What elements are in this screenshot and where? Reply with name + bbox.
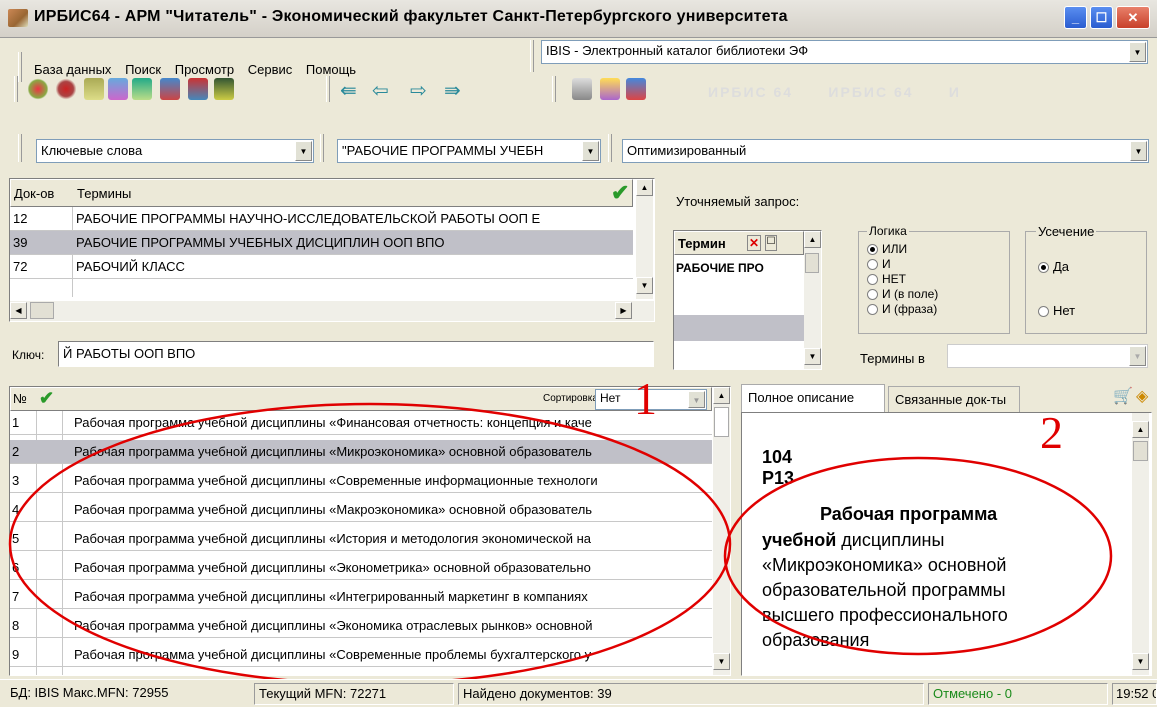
status-marked: Отмечено - 0 xyxy=(928,683,1108,705)
status-current-mfn: Текущий MFN: 72271 xyxy=(254,683,454,705)
annotation-overlay xyxy=(8,402,1113,686)
status-found: Найдено документов: 39 xyxy=(458,683,924,705)
status-bar: БД: IBIS Макс.MFN: 72955 Текущий MFN: 72… xyxy=(0,679,1157,707)
status-db: БД: IBIS Макс.MFN: 72955 xyxy=(10,685,169,700)
status-time: 19:52 00:07 xyxy=(1112,683,1157,705)
annotation-label-2: 2 xyxy=(1040,407,1063,458)
annotation-ellipse-1 xyxy=(8,402,732,686)
annotation-ellipse-2 xyxy=(723,456,1113,656)
annotation-label-1: 1 xyxy=(634,373,657,424)
